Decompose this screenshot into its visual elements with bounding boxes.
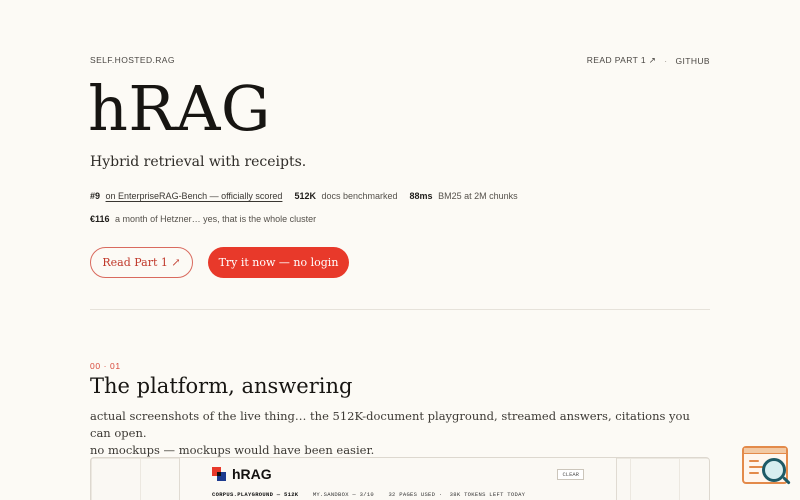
section-title: The platform, answering xyxy=(90,374,353,398)
cost-value: €116 xyxy=(90,214,110,224)
nav-github-link[interactable]: GITHUB xyxy=(675,56,710,66)
stat-docs-label: docs benchmarked xyxy=(321,191,398,201)
stats-row: #9 on EnterpriseRAG-Bench — officially s… xyxy=(90,191,518,201)
screenshot-meta-bar: CORPUS.PLAYGROUND — 512K MY.SANDBOX — 3/… xyxy=(212,491,526,498)
stat-rank: #9 on EnterpriseRAG-Bench — officially s… xyxy=(90,191,282,201)
screenshot-clear-button: CLEAR xyxy=(557,469,584,480)
site-brand[interactable]: SELF.HOSTED.RAG xyxy=(90,55,175,65)
nav-read-part-link[interactable]: READ PART 1 ↗ xyxy=(587,55,656,66)
section-divider xyxy=(90,309,710,310)
hero-tagline: Hybrid retrieval with receipts. xyxy=(90,154,307,170)
stat-docs: 512K docs benchmarked xyxy=(294,191,397,201)
top-nav: SELF.HOSTED.RAG READ PART 1 ↗ · GITHUB xyxy=(90,55,710,67)
cost-label: a month of Hetzner… yes, that is the who… xyxy=(115,214,317,224)
screenshot-brand: hRAG xyxy=(232,466,272,482)
stat-rank-link[interactable]: on EnterpriseRAG-Bench — officially scor… xyxy=(106,191,283,201)
stat-latency-value: 88ms xyxy=(409,191,433,201)
hrag-logo-icon xyxy=(212,467,226,481)
screenshot-sandbox: MY.SANDBOX — 3/10 xyxy=(312,491,375,498)
stat-docs-value: 512K xyxy=(294,191,316,201)
screenshot-corpus: CORPUS.PLAYGROUND — 512K xyxy=(212,491,299,498)
section-description: actual screenshots of the live thing… th… xyxy=(90,408,710,459)
nav-links: READ PART 1 ↗ · GITHUB xyxy=(587,55,710,66)
nav-separator: · xyxy=(664,55,668,66)
hero-title: hRAG xyxy=(88,72,271,145)
read-part-button[interactable]: Read Part 1 ↗ xyxy=(90,247,193,278)
stat-latency: 88ms BM25 at 2M chunks xyxy=(410,191,518,201)
screenshot-tokens: 38K TOKENS LEFT TODAY xyxy=(449,491,526,498)
screenshot-logo: hRAG xyxy=(212,466,272,482)
section-number: 00 · 01 xyxy=(90,361,121,371)
search-widget-icon[interactable] xyxy=(742,444,791,488)
cost-line: €116 a month of Hetzner… yes, that is th… xyxy=(90,214,316,224)
platform-screenshot: hRAG CLEAR CORPUS.PLAYGROUND — 512K MY.S… xyxy=(90,457,710,500)
try-now-button[interactable]: Try it now — no login xyxy=(208,247,349,278)
section-description-line-1: actual screenshots of the live thing… th… xyxy=(90,409,690,440)
stat-latency-label: BM25 at 2M chunks xyxy=(438,191,518,201)
screenshot-app-frame: hRAG CLEAR CORPUS.PLAYGROUND — 512K MY.S… xyxy=(179,458,617,500)
screenshot-pages: 32 PAGES USED xyxy=(388,491,436,498)
stat-rank-value: #9 xyxy=(90,191,101,201)
